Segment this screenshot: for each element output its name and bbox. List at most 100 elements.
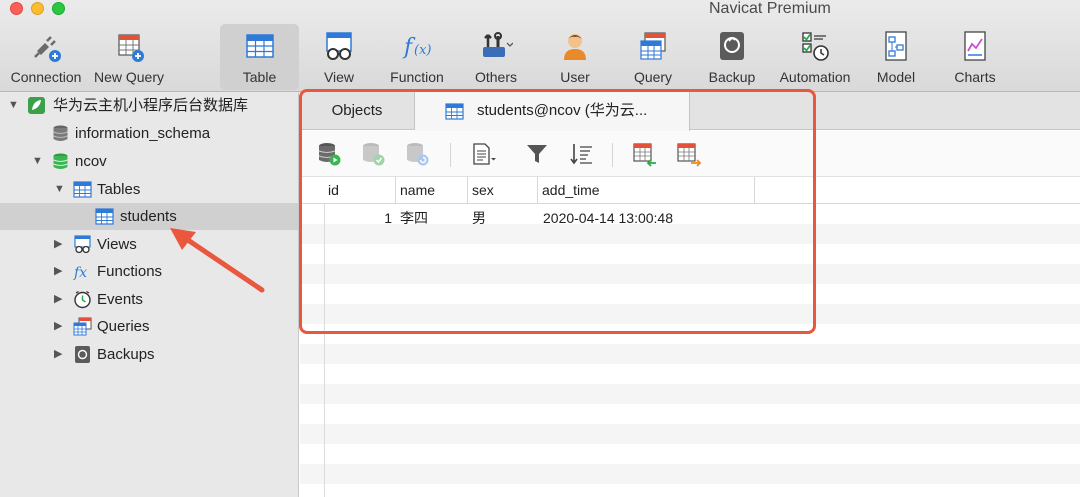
tree-label: Backups	[97, 346, 155, 363]
view-icon	[326, 32, 352, 60]
toolbar-label: User	[560, 69, 590, 85]
table-editor-toolbar	[300, 131, 1080, 177]
toolbar-separator	[450, 143, 451, 167]
window-controls	[10, 2, 65, 15]
cell-id[interactable]: 1	[324, 208, 392, 228]
toolbar-charts-button[interactable]: Charts	[940, 24, 1010, 90]
backup-icon	[75, 346, 90, 363]
expanded-triangle-icon[interactable]: ▼	[8, 92, 19, 119]
backup-icon	[720, 32, 744, 60]
tree-backups-folder[interactable]: ▶ Backups	[0, 341, 298, 368]
cell-add-time[interactable]: 2020-04-14 13:00:48	[543, 208, 673, 228]
tree-functions-folder[interactable]: ▶ fx Functions	[0, 258, 298, 285]
expanded-triangle-icon[interactable]: ▼	[54, 176, 65, 203]
collapsed-triangle-icon[interactable]: ▶	[54, 258, 62, 285]
toolbar-label: Backup	[708, 69, 756, 85]
toolbar-others-button[interactable]: Others	[461, 24, 531, 90]
data-grid: id name sex add_time 1 李四 男 2020-04-14 1…	[300, 177, 1080, 497]
toolbar-view-button[interactable]: View	[304, 24, 374, 90]
toolbar-query-button[interactable]: Query	[618, 24, 688, 90]
maximize-window-button[interactable]	[52, 2, 65, 15]
cell-sex[interactable]: 男	[472, 208, 486, 228]
toolbar-label: Query	[633, 69, 673, 85]
close-window-button[interactable]	[10, 2, 23, 15]
tree-label: Tables	[97, 181, 141, 198]
tree-connection[interactable]: ▼ 华为云主机小程序后台数据库	[0, 92, 298, 119]
text-document-icon[interactable]	[470, 141, 496, 167]
sort-icon[interactable]	[568, 141, 594, 167]
svg-text:(x): (x)	[414, 43, 431, 58]
function-icon: fx	[73, 265, 87, 281]
table-icon	[245, 34, 274, 58]
tree-views-folder[interactable]: ▶ Views	[0, 231, 298, 258]
tree-database-information-schema[interactable]: information_schema	[0, 120, 298, 147]
tree-table-students[interactable]: students	[0, 203, 298, 230]
toolbar-user-button[interactable]: User	[540, 24, 610, 90]
toolbar-new-query-button[interactable]: New Query	[88, 24, 170, 90]
svg-text:fx: fx	[73, 265, 87, 281]
tree-label: students	[120, 208, 177, 225]
tree-label: Queries	[97, 318, 150, 335]
window-toolbar: Navicat Premium Connection New Query Tab…	[0, 0, 1080, 92]
tree-label: Functions	[97, 263, 163, 280]
charts-icon	[964, 31, 986, 61]
row-stripe	[300, 384, 1080, 404]
toolbar-connection-button[interactable]: Connection	[4, 24, 88, 90]
row-stripe	[300, 344, 1080, 364]
toolbar-label: Automation	[779, 69, 851, 85]
tree-database-ncov[interactable]: ▼ ncov	[0, 148, 298, 175]
column-header-sex[interactable]: sex	[468, 177, 538, 204]
connection-leaf-icon	[28, 97, 45, 114]
table-icon	[445, 103, 464, 120]
navigation-sidebar: ▼ 华为云主机小程序后台数据库 information_schema ▼ nco…	[0, 92, 299, 497]
collapsed-triangle-icon[interactable]: ▶	[54, 286, 62, 313]
function-icon: f (x)	[402, 35, 431, 60]
collapsed-triangle-icon[interactable]: ▶	[54, 341, 62, 368]
tab-students-table[interactable]: students@ncov (华为云...	[415, 92, 690, 131]
column-header-name[interactable]: name	[396, 177, 468, 204]
clock-icon	[74, 290, 91, 309]
collapsed-triangle-icon[interactable]: ▶	[54, 231, 62, 258]
column-header-add-time[interactable]: add_time	[538, 177, 755, 204]
tree-queries-folder[interactable]: ▶ Queries	[0, 313, 298, 340]
others-tools-icon	[483, 32, 513, 57]
row-indicator-divider	[324, 204, 325, 497]
toolbar-label: Charts	[954, 69, 996, 85]
new-query-icon	[118, 34, 144, 62]
toolbar-label: Table	[242, 69, 277, 85]
tree-label: 华为云主机小程序后台数据库	[53, 97, 249, 114]
cell-name[interactable]: 李四	[400, 208, 428, 228]
begin-transaction-icon[interactable]	[316, 141, 342, 167]
tree-label: information_schema	[75, 125, 211, 142]
view-icon	[74, 235, 91, 254]
automation-icon	[802, 32, 829, 61]
expanded-triangle-icon[interactable]: ▼	[32, 148, 43, 175]
query-icon	[640, 32, 666, 60]
rollback-icon[interactable]	[404, 141, 430, 167]
export-icon[interactable]	[676, 141, 702, 167]
row-stripe	[300, 464, 1080, 484]
toolbar-model-button[interactable]: Model	[862, 24, 930, 90]
toolbar-table-button[interactable]: Table	[220, 24, 299, 90]
toolbar-function-button[interactable]: f (x) Function	[382, 24, 452, 90]
tab-objects[interactable]: Objects	[300, 92, 415, 130]
toolbar-label: View	[323, 69, 355, 85]
column-header-id[interactable]: id	[324, 177, 396, 204]
toolbar-label: Model	[876, 69, 916, 85]
tab-label: students@ncov (华为云...	[477, 102, 648, 119]
toolbar-automation-button[interactable]: Automation	[772, 24, 858, 90]
commit-icon[interactable]	[360, 141, 386, 167]
collapsed-triangle-icon[interactable]: ▶	[54, 313, 62, 340]
table-icon	[73, 181, 92, 198]
toolbar-label: New Query	[93, 69, 165, 85]
minimize-window-button[interactable]	[31, 2, 44, 15]
tree-tables-folder[interactable]: ▼ Tables	[0, 176, 298, 203]
row-stripe	[300, 304, 1080, 324]
toolbar-label: Connection	[10, 69, 82, 85]
tree-events-folder[interactable]: ▶ Events	[0, 286, 298, 313]
row-stripe	[300, 264, 1080, 284]
toolbar-label: Function	[390, 69, 444, 85]
import-icon[interactable]	[632, 141, 658, 167]
toolbar-backup-button[interactable]: Backup	[697, 24, 767, 90]
filter-icon[interactable]	[524, 141, 550, 167]
